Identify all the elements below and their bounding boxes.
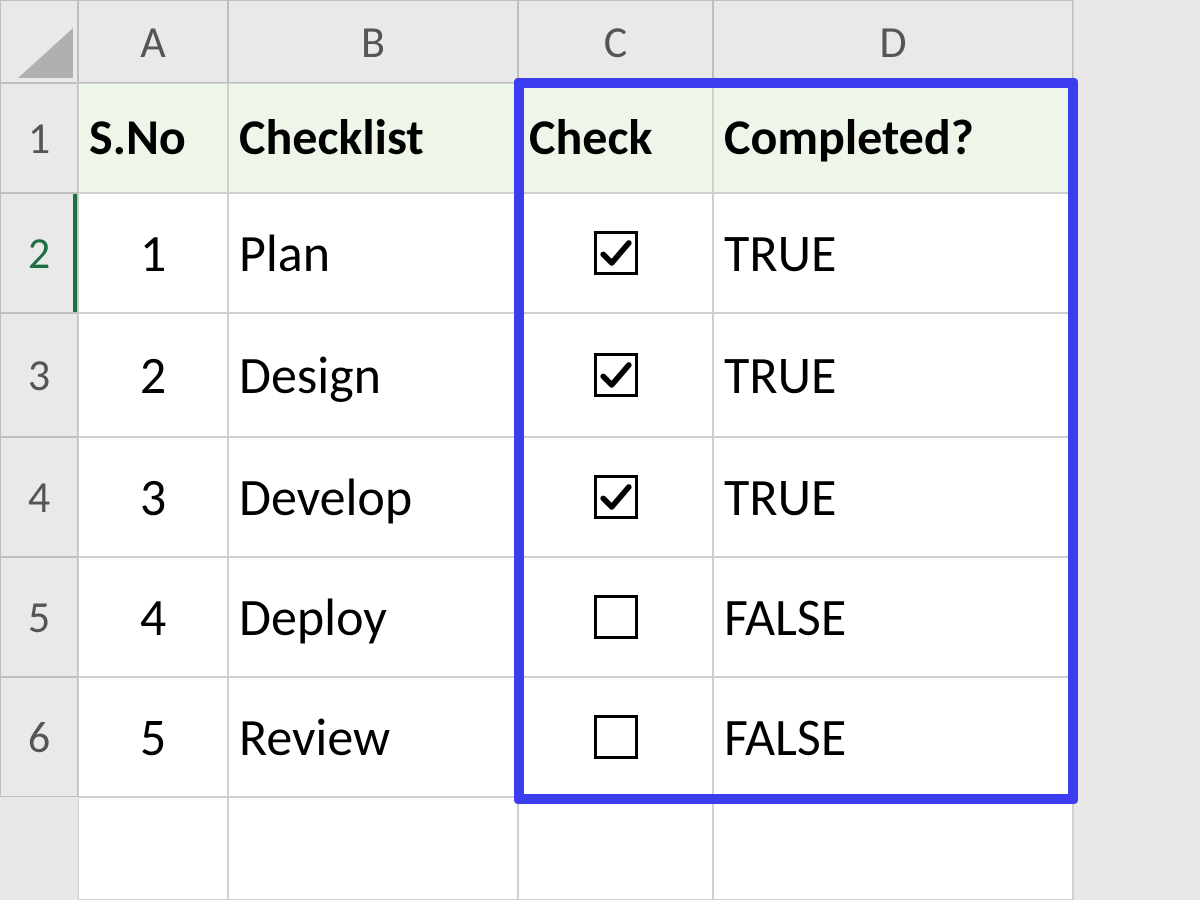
cell-completed[interactable]: FALSE bbox=[713, 557, 1073, 677]
row-header-1[interactable]: 1 bbox=[0, 83, 78, 193]
cell-sno[interactable]: 2 bbox=[78, 313, 228, 437]
checkbox-icon[interactable] bbox=[594, 475, 638, 519]
empty-cell[interactable] bbox=[518, 797, 713, 900]
cell-sno[interactable]: 3 bbox=[78, 437, 228, 557]
empty-cell[interactable] bbox=[78, 797, 228, 900]
row-header-4[interactable]: 4 bbox=[0, 437, 78, 557]
select-all-corner[interactable] bbox=[0, 0, 78, 83]
cell-item[interactable]: Plan bbox=[228, 193, 518, 313]
row-header-5[interactable]: 5 bbox=[0, 557, 78, 677]
cell-sno[interactable]: 5 bbox=[78, 677, 228, 797]
cell-completed[interactable]: TRUE bbox=[713, 313, 1073, 437]
cell-check[interactable] bbox=[518, 677, 713, 797]
header-check[interactable]: Check bbox=[518, 83, 713, 193]
checkbox-icon[interactable] bbox=[594, 353, 638, 397]
header-sno[interactable]: S.No bbox=[78, 83, 228, 193]
row-header-3[interactable]: 3 bbox=[0, 313, 78, 437]
cell-item[interactable]: Develop bbox=[228, 437, 518, 557]
cell-sno[interactable]: 1 bbox=[78, 193, 228, 313]
cell-item[interactable]: Design bbox=[228, 313, 518, 437]
checkbox-icon[interactable] bbox=[594, 715, 638, 759]
empty-cell[interactable] bbox=[713, 797, 1073, 900]
cell-check[interactable] bbox=[518, 437, 713, 557]
cell-item[interactable]: Review bbox=[228, 677, 518, 797]
spreadsheet-viewport: A B C D 1 S.No Checklist Check Completed… bbox=[0, 0, 1200, 900]
cell-completed[interactable]: TRUE bbox=[713, 437, 1073, 557]
grid: A B C D 1 S.No Checklist Check Completed… bbox=[0, 0, 1073, 797]
col-header-C[interactable]: C bbox=[518, 0, 713, 83]
header-completed[interactable]: Completed? bbox=[713, 83, 1073, 193]
cell-item[interactable]: Deploy bbox=[228, 557, 518, 677]
gutter-right bbox=[1073, 0, 1200, 900]
cell-sno[interactable]: 4 bbox=[78, 557, 228, 677]
cell-check[interactable] bbox=[518, 313, 713, 437]
cell-completed[interactable]: FALSE bbox=[713, 677, 1073, 797]
row-header-6[interactable]: 6 bbox=[0, 677, 78, 797]
row-header-2[interactable]: 2 bbox=[0, 193, 78, 313]
col-header-D[interactable]: D bbox=[713, 0, 1073, 83]
col-header-A[interactable]: A bbox=[78, 0, 228, 83]
cell-check[interactable] bbox=[518, 193, 713, 313]
col-header-B[interactable]: B bbox=[228, 0, 518, 83]
empty-cell[interactable] bbox=[228, 797, 518, 900]
checkbox-icon[interactable] bbox=[594, 595, 638, 639]
cell-check[interactable] bbox=[518, 557, 713, 677]
header-checklist[interactable]: Checklist bbox=[228, 83, 518, 193]
checkbox-icon[interactable] bbox=[594, 231, 638, 275]
cell-completed[interactable]: TRUE bbox=[713, 193, 1073, 313]
